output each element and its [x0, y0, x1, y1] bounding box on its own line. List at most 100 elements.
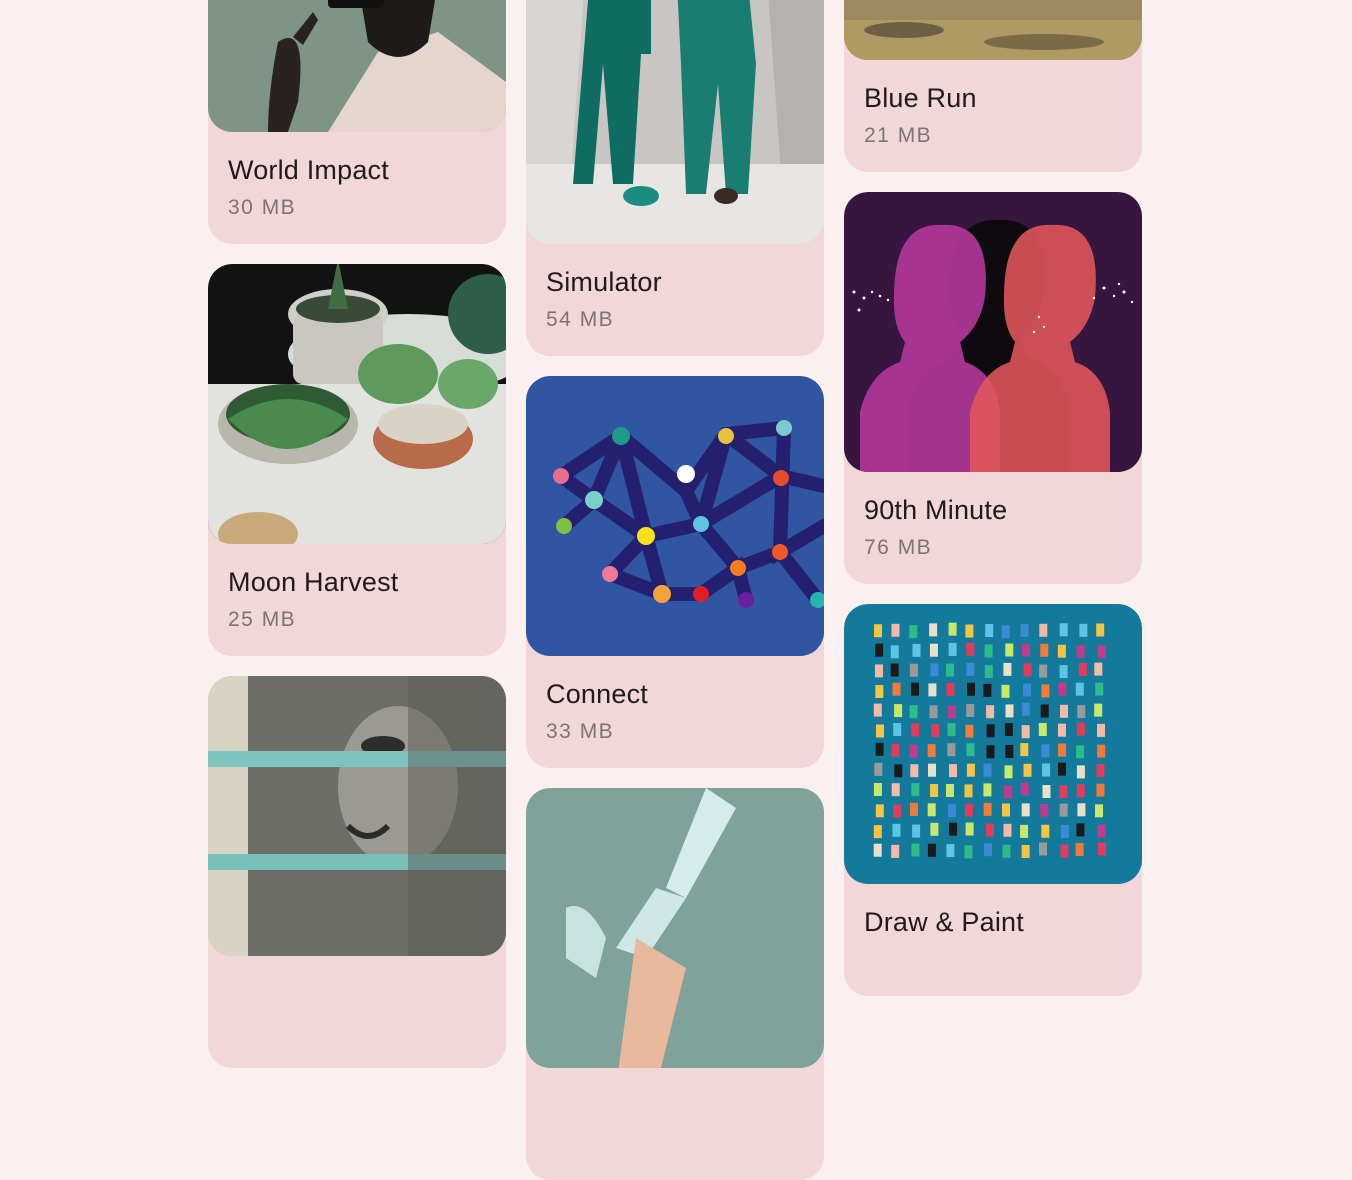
app-size: 21 MB — [864, 124, 933, 147]
paint-stroke — [1002, 844, 1011, 858]
paint-stroke — [949, 764, 957, 778]
paint-stroke — [891, 623, 900, 637]
app-image-glove — [526, 788, 824, 1068]
paint-stroke — [910, 764, 919, 778]
paint-stroke — [949, 822, 957, 836]
paint-stroke — [892, 823, 901, 837]
paint-stroke — [967, 682, 975, 696]
paint-stroke — [1096, 783, 1105, 797]
paint-stroke — [1059, 785, 1068, 799]
paint-stroke — [1097, 744, 1106, 758]
paint-stroke — [891, 743, 900, 757]
paint-stroke — [1005, 704, 1014, 718]
paint-stroke — [1040, 804, 1049, 817]
paint-stroke — [875, 804, 884, 818]
paint-stroke — [911, 723, 920, 737]
paint-stroke — [890, 645, 899, 659]
paint-stroke — [894, 764, 903, 778]
app-card-draw-paint[interactable]: Draw & Paint — [844, 604, 1142, 996]
paint-stroke — [983, 763, 992, 777]
app-card-moon-harvest[interactable]: Moon Harvest 25 MB — [208, 264, 506, 656]
paint-stroke — [1038, 723, 1047, 736]
paint-stroke — [1057, 644, 1066, 658]
paint-stroke — [947, 705, 956, 719]
paint-stroke — [1003, 662, 1012, 676]
paint-stroke — [1020, 743, 1029, 757]
paint-stroke — [1022, 643, 1030, 657]
paint-stroke — [948, 622, 957, 636]
paint-stroke — [986, 724, 995, 738]
paint-stroke — [1060, 704, 1068, 718]
app-size: 33 MB — [546, 720, 615, 743]
paint-stroke — [873, 843, 882, 857]
paint-stroke — [1095, 804, 1103, 818]
app-title: Simulator — [546, 267, 662, 297]
paint-stroke — [876, 724, 884, 738]
paint-stroke — [1002, 803, 1010, 817]
paint-stroke — [984, 843, 992, 857]
paint-stroke — [927, 843, 936, 857]
paint-stroke — [985, 823, 994, 837]
app-title: World Impact — [228, 155, 389, 185]
app-image-blue-run — [844, 0, 1142, 60]
paint-stroke — [1097, 645, 1106, 659]
app-card-world-impact[interactable]: World Impact 30 MB — [208, 0, 506, 244]
paint-stroke — [1039, 664, 1048, 678]
paint-stroke — [1023, 763, 1032, 777]
paint-stroke — [1058, 723, 1066, 737]
paint-stroke — [1058, 762, 1066, 776]
paint-stroke — [1005, 643, 1014, 657]
paint-stroke — [1096, 764, 1105, 778]
paint-stroke — [1077, 705, 1086, 719]
paint-stroke — [1094, 662, 1103, 676]
paint-stroke — [1060, 824, 1069, 838]
paint-stroke — [1094, 703, 1103, 717]
paint-stroke — [912, 643, 921, 657]
app-card-connect[interactable]: Connect 33 MB — [526, 376, 824, 768]
paint-stroke — [1021, 702, 1030, 716]
paint-stroke — [875, 664, 883, 678]
app-card-simulator[interactable]: Simulator 54 MB — [526, 0, 824, 356]
paint-stroke — [1001, 684, 1010, 698]
paint-stroke — [1097, 824, 1106, 838]
app-title: 90th Minute — [864, 495, 1008, 525]
paint-stroke — [1077, 803, 1086, 817]
paint-stroke — [984, 644, 993, 658]
paint-stroke — [873, 825, 882, 839]
paint-stroke — [986, 705, 995, 719]
paint-stroke — [1076, 644, 1085, 658]
paint-stroke — [1039, 842, 1047, 856]
app-card-money[interactable] — [208, 676, 506, 1068]
paint-stroke — [984, 665, 993, 679]
paint-stroke — [966, 704, 975, 717]
paint-stroke — [909, 625, 918, 639]
paint-stroke — [1058, 743, 1067, 757]
paint-stroke — [1004, 723, 1013, 736]
paint-stroke — [893, 804, 902, 818]
paint-stroke — [1059, 665, 1068, 679]
paint-stroke — [890, 663, 899, 677]
paint-stroke — [1059, 803, 1068, 817]
paint-stroke — [966, 642, 975, 656]
paint-stroke — [931, 724, 940, 737]
paint-stroke — [964, 803, 973, 817]
app-card-blue-run[interactable]: Blue Run 21 MB — [844, 0, 1142, 172]
paint-stroke — [946, 844, 955, 858]
app-card-glove[interactable] — [526, 788, 824, 1180]
paint-stroke — [875, 643, 884, 657]
paint-stroke — [1041, 684, 1050, 698]
paint-stroke — [1076, 722, 1085, 736]
paint-stroke — [892, 682, 901, 696]
paint-stroke — [929, 623, 938, 637]
paint-stroke — [964, 845, 973, 859]
paint-stroke — [1003, 823, 1012, 837]
paint-stroke — [1097, 723, 1105, 737]
app-image-world-impact — [208, 0, 506, 132]
paint-stroke — [1060, 844, 1069, 858]
paint-stroke — [948, 804, 957, 818]
paint-stroke — [1021, 725, 1030, 739]
paint-stroke — [1020, 824, 1029, 838]
app-card-90th-minute[interactable]: 90th Minute 76 MB — [844, 192, 1142, 584]
paint-stroke — [983, 802, 992, 816]
paint-stroke — [873, 703, 882, 717]
